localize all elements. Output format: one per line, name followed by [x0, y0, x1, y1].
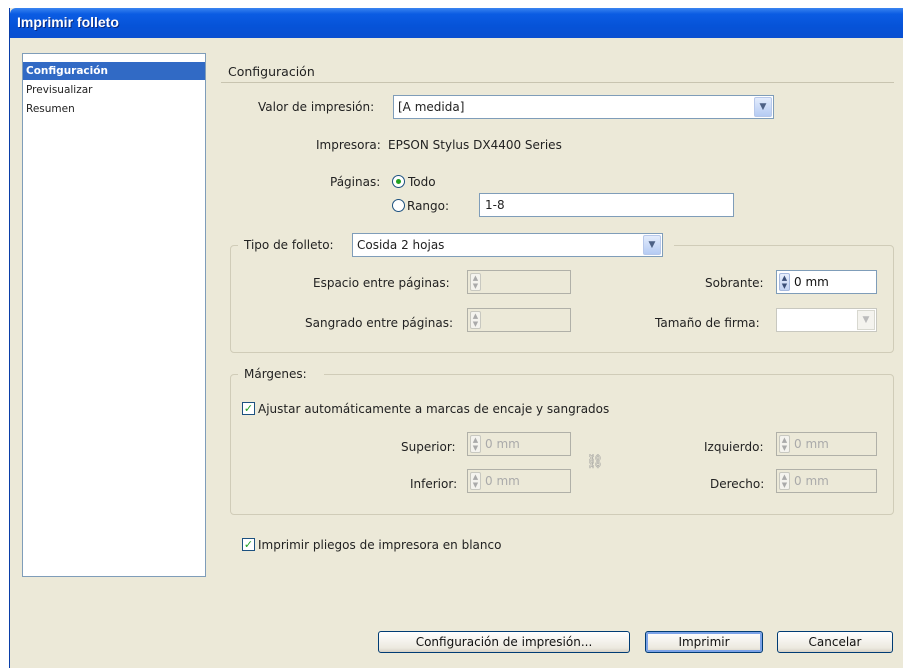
- booklet-type-label: Tipo de folleto:: [244, 238, 334, 252]
- pages-all-label[interactable]: Todo: [408, 175, 436, 189]
- margin-bottom-label: Inferior:: [410, 477, 458, 491]
- chain-link-icon[interactable]: ⛓: [586, 454, 604, 474]
- margin-top-label: Superior:: [401, 440, 456, 454]
- spinner-arrows-icon[interactable]: ▲ ▼: [470, 435, 481, 453]
- printer-label: Impresora:: [316, 138, 381, 152]
- margin-left-label: Izquierdo:: [704, 440, 764, 454]
- margin-right-value: 0 mm: [794, 474, 829, 488]
- booklet-type-group: [230, 245, 894, 353]
- spinner-arrows-icon[interactable]: ▲ ▼: [779, 435, 790, 453]
- print-preset-select[interactable]: [A medida] ▼: [393, 95, 774, 119]
- booklet-type-value: Cosida 2 hojas: [357, 238, 445, 252]
- pages-range-value: 1-8: [485, 198, 505, 212]
- pages-range-input[interactable]: 1-8: [479, 193, 734, 217]
- margin-left-stepper[interactable]: ▲ ▼ 0 mm: [776, 432, 877, 456]
- cancel-button[interactable]: Cancelar: [777, 631, 893, 653]
- spinner-arrows-icon[interactable]: ▲ ▼: [779, 273, 790, 291]
- print-preset-label: Valor de impresión:: [258, 100, 375, 114]
- print-button[interactable]: Imprimir: [645, 631, 763, 653]
- pages-range-radio[interactable]: [392, 199, 405, 212]
- section-divider: [221, 82, 894, 83]
- sidebar-item-resumen[interactable]: Resumen: [23, 100, 205, 118]
- sidebar-item-configuracion[interactable]: Configuración: [23, 62, 205, 80]
- print-preset-value: [A medida]: [398, 100, 465, 114]
- margin-bottom-value: 0 mm: [485, 474, 520, 488]
- chevron-down-icon[interactable]: ▼: [643, 235, 661, 255]
- margin-left-value: 0 mm: [794, 437, 829, 451]
- section-title: Configuración: [228, 64, 315, 79]
- spinner-arrows-icon[interactable]: ▲ ▼: [779, 472, 790, 490]
- space-between-pages-label: Espacio entre páginas:: [313, 276, 450, 290]
- creep-value: 0 mm: [794, 275, 829, 289]
- signature-size-select[interactable]: ▼: [776, 308, 877, 332]
- sidebar-list: Configuración Previsualizar Resumen: [22, 53, 206, 577]
- creep-stepper[interactable]: ▲ ▼ 0 mm: [776, 270, 877, 294]
- blank-spreads-label[interactable]: Imprimir pliegos de impresora en blanco: [258, 538, 501, 552]
- spinner-arrows-icon[interactable]: ▲ ▼: [470, 472, 481, 490]
- signature-size-label: Tamaño de firma:: [655, 316, 760, 330]
- blank-spreads-checkbox[interactable]: ✓: [242, 538, 255, 551]
- margin-right-stepper[interactable]: ▲ ▼ 0 mm: [776, 469, 877, 493]
- print-setup-button[interactable]: Configuración de impresión...: [378, 631, 630, 653]
- margin-bottom-stepper[interactable]: ▲ ▼ 0 mm: [467, 469, 571, 493]
- chevron-down-icon[interactable]: ▼: [857, 310, 875, 330]
- margin-right-label: Derecho:: [710, 477, 765, 491]
- auto-adjust-checkbox[interactable]: ✓: [242, 402, 255, 415]
- bleed-between-pages-label: Sangrado entre páginas:: [305, 316, 453, 330]
- spinner-arrows-icon[interactable]: ▲ ▼: [470, 311, 481, 329]
- printer-value: EPSON Stylus DX4400 Series: [388, 138, 562, 152]
- spinner-arrows-icon[interactable]: ▲ ▼: [470, 273, 481, 291]
- chevron-down-icon[interactable]: ▼: [754, 97, 772, 117]
- window-title: Imprimir folleto: [17, 14, 119, 30]
- pages-all-radio[interactable]: [392, 175, 405, 188]
- bleed-between-pages-stepper[interactable]: ▲ ▼: [467, 308, 571, 332]
- pages-range-label[interactable]: Rango:: [407, 199, 449, 213]
- auto-adjust-label[interactable]: Ajustar automáticamente a marcas de enca…: [258, 402, 609, 416]
- creep-label: Sobrante:: [705, 276, 764, 290]
- margins-group-label: Márgenes:: [244, 367, 307, 381]
- margin-top-value: 0 mm: [485, 437, 520, 451]
- sidebar-item-previsualizar[interactable]: Previsualizar: [23, 81, 205, 99]
- pages-label: Páginas:: [330, 175, 381, 189]
- margin-top-stepper[interactable]: ▲ ▼ 0 mm: [467, 432, 571, 456]
- title-bar[interactable]: Imprimir folleto: [10, 8, 903, 38]
- space-between-pages-stepper[interactable]: ▲ ▼: [467, 270, 571, 294]
- booklet-type-select[interactable]: Cosida 2 hojas ▼: [352, 233, 663, 257]
